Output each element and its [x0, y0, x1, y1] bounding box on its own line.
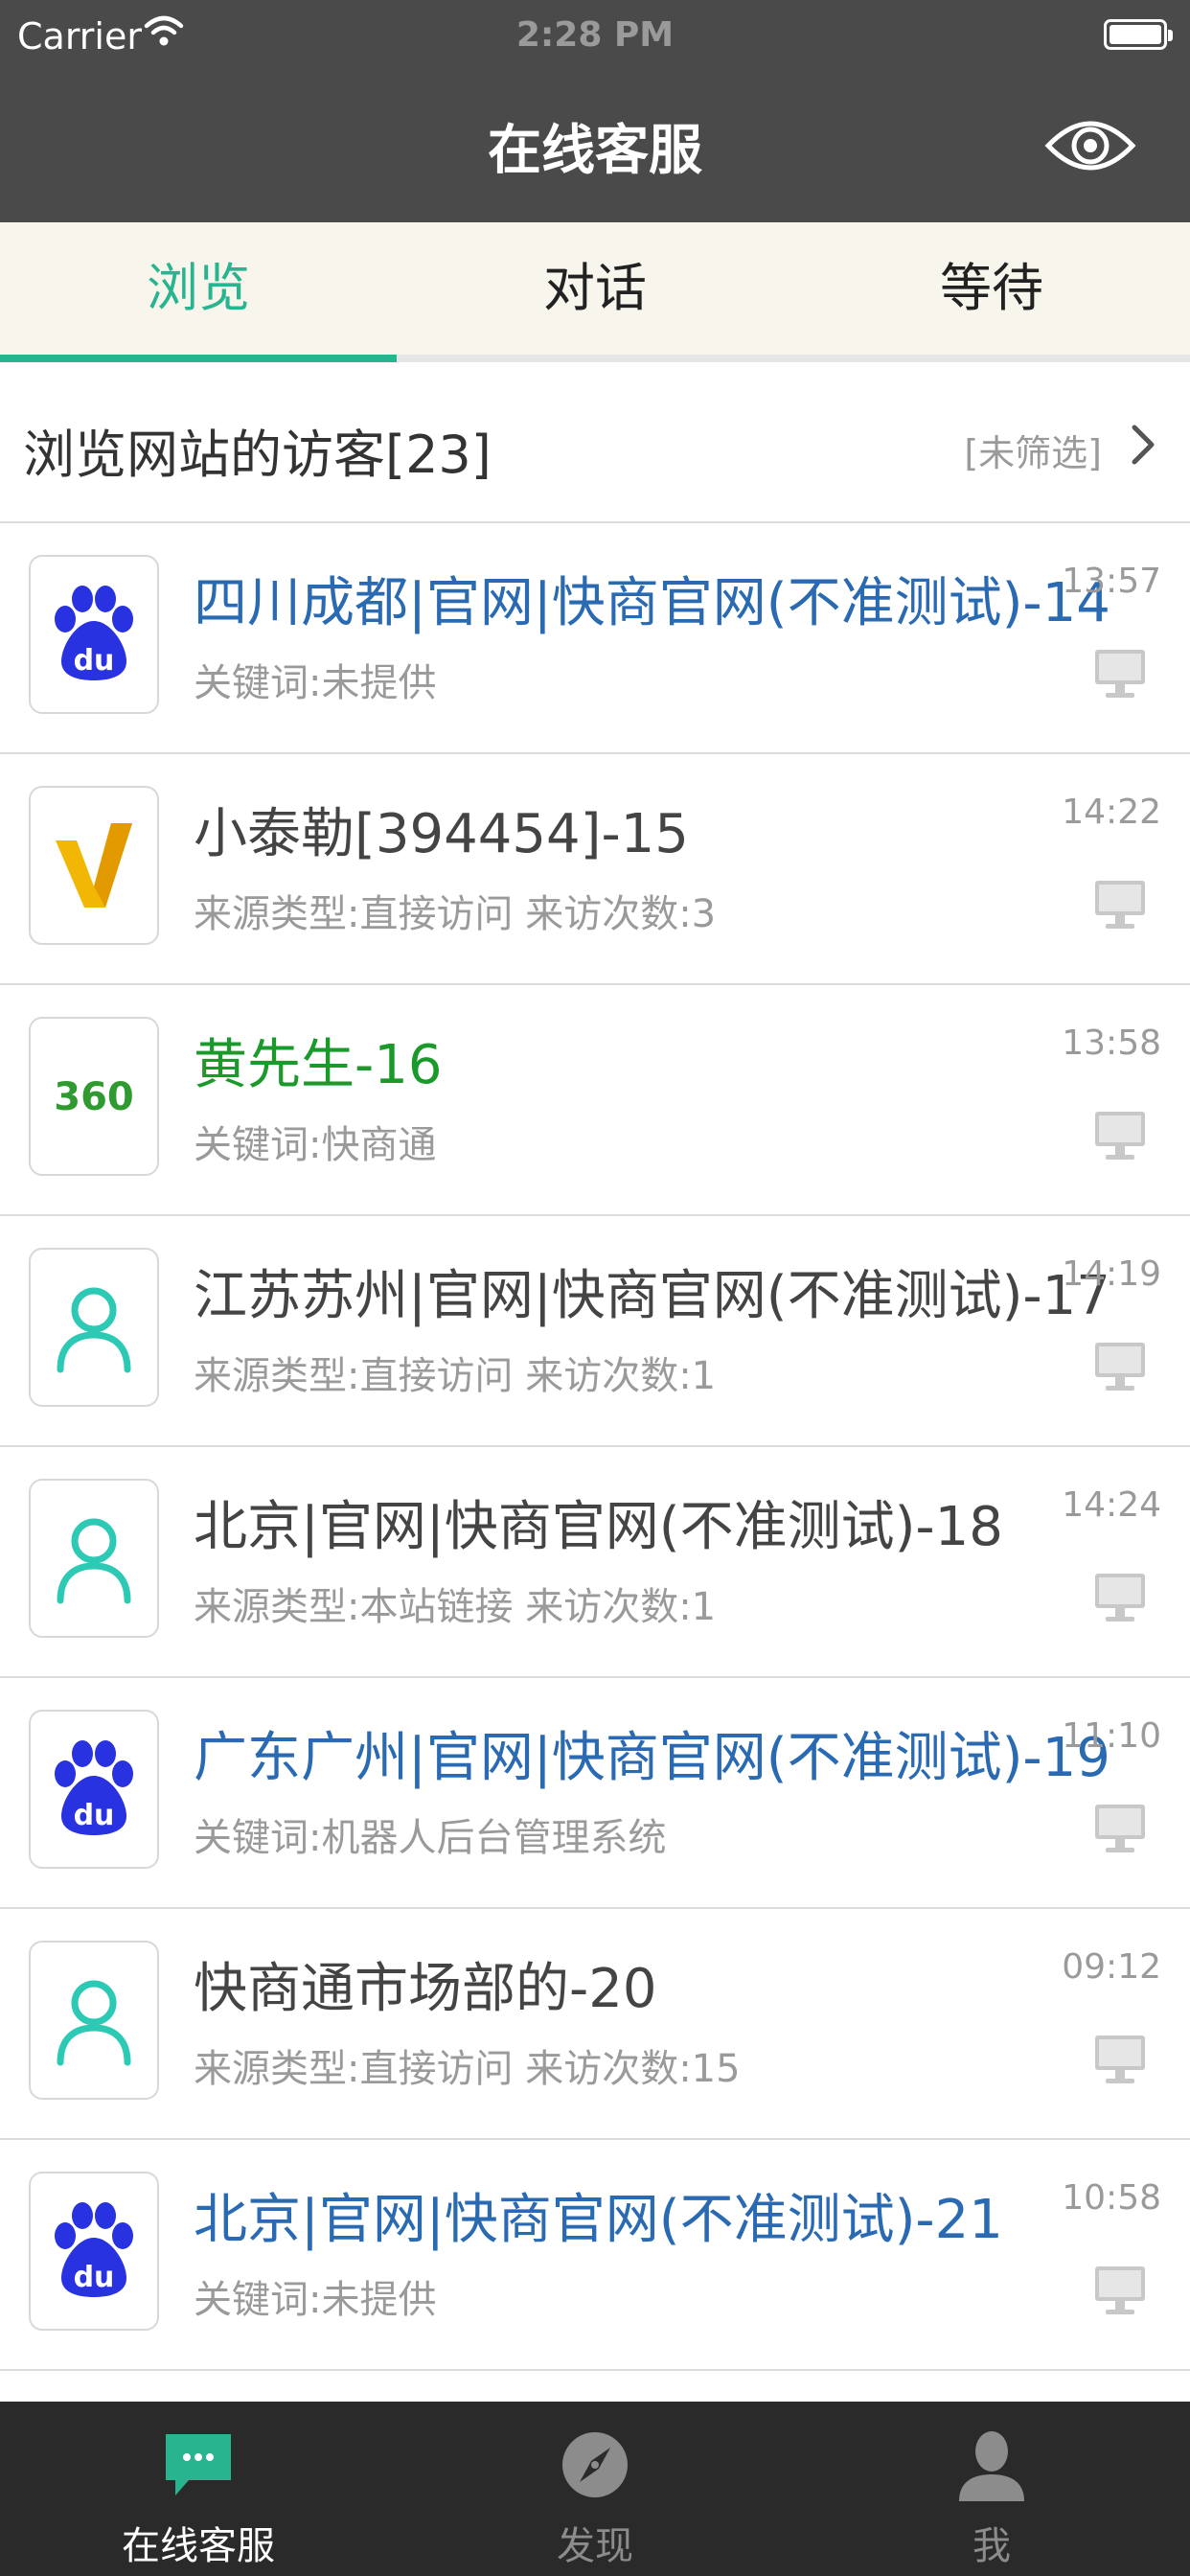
- visit-time: 14:19: [1062, 1254, 1161, 1294]
- visit-time: 11:10: [1062, 1716, 1161, 1756]
- tabbar-item-me[interactable]: 我: [793, 2402, 1190, 2576]
- visit-time: 10:58: [1062, 2178, 1161, 2218]
- visitor-row[interactable]: 小泰勒[394454]-15 来源类型:直接访问 来访次数:3 14:22: [0, 754, 1190, 985]
- visit-time: 14:24: [1062, 1485, 1161, 1525]
- svg-text:du: du: [74, 2261, 115, 2294]
- user-icon: [959, 2431, 1024, 2501]
- visitor-detail: 关键词:快商通: [194, 1123, 437, 1167]
- eye-icon[interactable]: [1042, 105, 1138, 186]
- visitor-row[interactable]: 江苏苏州|官网|快商官网(不准测试)-17 来源类型:直接访问 来访次数:1 1…: [0, 1216, 1190, 1447]
- visitor-name: 北京|官网|快商官网(不准测试)-18: [194, 1496, 1003, 1558]
- visitor-detail: 来源类型:直接访问 来访次数:15: [194, 2047, 741, 2091]
- source-avatar: [29, 1248, 159, 1407]
- visitor-detail: 关键词:未提供: [194, 2278, 437, 2322]
- segment-tabs: 浏览 对话 等待: [0, 222, 1190, 362]
- tab-waiting[interactable]: 等待: [793, 222, 1190, 355]
- visitor-name: 广东广州|官网|快商官网(不准测试)-19: [194, 1727, 1110, 1789]
- desktop-icon: [1095, 1112, 1145, 1160]
- page-title: 在线客服: [488, 120, 702, 182]
- visitor-detail: 来源类型:直接访问 来访次数:3: [194, 892, 717, 936]
- person-icon: [57, 1518, 131, 1604]
- visit-time: 13:57: [1062, 562, 1161, 601]
- desktop-icon: [1095, 1343, 1145, 1391]
- desktop-icon: [1095, 1805, 1145, 1852]
- source-avatar: du: [29, 2172, 159, 2331]
- baidu-icon: du: [55, 1740, 133, 1835]
- visitor-name: 黄先生-16: [194, 1034, 443, 1096]
- tabbar-label: 在线客服: [122, 2524, 275, 2568]
- visitor-row[interactable]: du 四川成都|官网|快商官网(不准测试)-14 关键词:未提供 13:57: [0, 523, 1190, 754]
- tabbar-label: 发现: [557, 2524, 633, 2568]
- visitors-count-title: 浏览网站的访客[23]: [23, 425, 492, 485]
- visitor-detail: 关键词:未提供: [194, 661, 437, 705]
- status-time: 2:28 PM: [515, 15, 675, 55]
- visitor-name: 北京|官网|快商官网(不准测试)-21: [194, 2189, 1003, 2251]
- source-avatar: [29, 1941, 159, 2100]
- baidu-icon: du: [55, 2202, 133, 2297]
- svg-text:du: du: [74, 1799, 115, 1832]
- visitor-detail: 来源类型:本站链接 来访次数:1: [194, 1585, 717, 1629]
- visitor-name: 小泰勒[394454]-15: [194, 803, 689, 865]
- visitors-header[interactable]: 浏览网站的访客[23] [未筛选]: [0, 362, 1190, 523]
- person-icon: [57, 1980, 131, 2066]
- source-avatar: 360: [29, 1017, 159, 1176]
- visitor-detail: 来源类型:直接访问 来访次数:1: [194, 1354, 717, 1398]
- bottom-tab-bar: 在线客服 发现 我: [0, 2402, 1190, 2576]
- visit-time: 13:58: [1062, 1024, 1161, 1063]
- desktop-icon: [1095, 881, 1145, 929]
- v-logo-icon: [56, 823, 132, 908]
- filter-status[interactable]: [未筛选]: [964, 424, 1102, 476]
- top-bar: Carrier 2:28 PM 在线客服: [0, 0, 1190, 222]
- visitor-row[interactable]: du 北京|官网|快商官网(不准测试)-21 关键词:未提供 10:58: [0, 2140, 1190, 2371]
- baidu-icon: du: [55, 586, 133, 680]
- visitor-name: 江苏苏州|官网|快商官网(不准测试)-17: [194, 1265, 1110, 1327]
- battery-icon: [1104, 19, 1173, 50]
- visitor-name: 四川成都|官网|快商官网(不准测试)-14: [194, 572, 1110, 634]
- svg-text:du: du: [74, 644, 115, 678]
- desktop-icon: [1095, 2036, 1145, 2083]
- tabbar-label: 我: [973, 2524, 1011, 2568]
- source-avatar: du: [29, 555, 159, 714]
- desktop-icon: [1095, 1574, 1145, 1622]
- visit-time: 09:12: [1062, 1947, 1161, 1987]
- visitor-row[interactable]: 快商通市场部的-20 来源类型:直接访问 来访次数:15 09:12: [0, 1909, 1190, 2140]
- desktop-icon: [1095, 2266, 1145, 2314]
- visit-time: 14:22: [1062, 793, 1161, 832]
- visitor-detail: 关键词:机器人后台管理系统: [194, 1816, 667, 1860]
- visitor-row[interactable]: 360 黄先生-16 关键词:快商通 13:58: [0, 985, 1190, 1216]
- svg-text:360: 360: [54, 1075, 134, 1119]
- tabbar-item-online-service[interactable]: 在线客服: [0, 2402, 397, 2576]
- visitor-name: 快商通市场部的-20: [194, 1958, 657, 2020]
- tab-browse[interactable]: 浏览: [0, 222, 397, 355]
- tabbar-item-discover[interactable]: 发现: [397, 2402, 793, 2576]
- source-avatar: [29, 1479, 159, 1638]
- chevron-right-icon: [1132, 425, 1155, 465]
- compass-icon: [562, 2432, 628, 2497]
- tab-indicator: [0, 355, 397, 362]
- source-avatar: du: [29, 1710, 159, 1869]
- chat-bubble-icon: [166, 2434, 231, 2496]
- tab-conversation[interactable]: 对话: [397, 222, 793, 355]
- person-icon: [57, 1287, 131, 1373]
- source-avatar: [29, 786, 159, 945]
- desktop-icon: [1095, 650, 1145, 698]
- status-bar: Carrier 2:28 PM: [0, 0, 1190, 73]
- visitor-row[interactable]: 北京|官网|快商官网(不准测试)-18 来源类型:本站链接 来访次数:1 14:…: [0, 1447, 1190, 1678]
- visitor-row[interactable]: du 广东广州|官网|快商官网(不准测试)-19 关键词:机器人后台管理系统 1…: [0, 1678, 1190, 1909]
- 360-icon: 360: [54, 1075, 134, 1119]
